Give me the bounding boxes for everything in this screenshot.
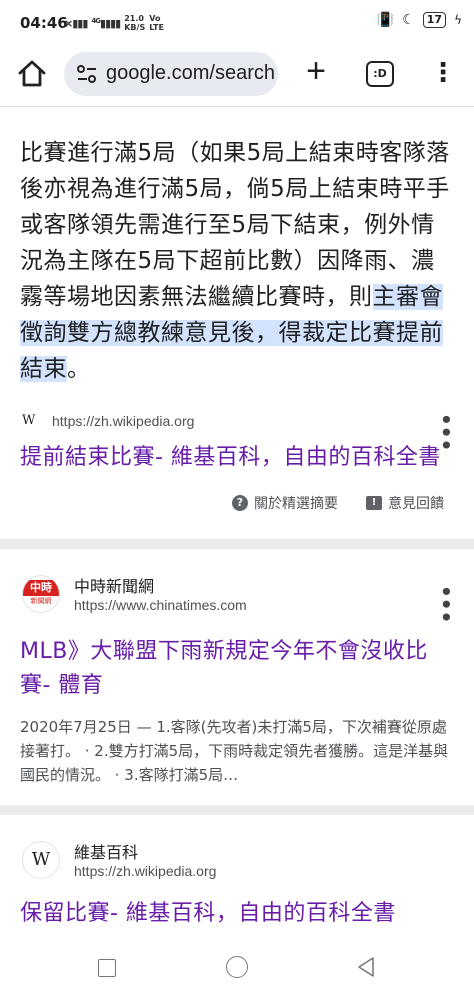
- signal-4g-icon: 4G▮▮▮▮: [91, 16, 121, 30]
- more-options-icon[interactable]: •••: [434, 413, 458, 451]
- tab-switcher-button[interactable]: :D: [366, 61, 394, 87]
- new-tab-button[interactable]: +: [298, 54, 334, 90]
- snippet-text-after: 。: [67, 356, 91, 382]
- section-divider: [0, 805, 474, 815]
- result-source[interactable]: 中時 新聞網 中時新聞網 https://www.chinatimes.com …: [0, 571, 474, 631]
- do-not-disturb-moon-icon: ☾: [402, 12, 415, 28]
- search-result: 中時 新聞網 中時新聞網 https://www.chinatimes.com …: [0, 571, 474, 787]
- logo-text-top: 中時: [23, 580, 59, 596]
- status-icons: 📳 ☾ 17 ϟ: [377, 12, 462, 28]
- browser-toolbar: google.com/search + :D ⋮: [0, 44, 474, 107]
- chinatimes-logo-icon: 中時 新聞網: [22, 575, 60, 613]
- overflow-menu-button[interactable]: ⋮: [430, 56, 456, 92]
- section-divider: [0, 539, 474, 549]
- charging-icon: ϟ: [454, 13, 462, 27]
- featured-snippet-title[interactable]: 提前結束比賽- 維基百科，自由的百科全書: [0, 441, 474, 475]
- logo-text-bottom: 新聞網: [30, 597, 52, 605]
- network-indicators: ×▮▮▮ 4G▮▮▮▮ 21.0 KB/S Vo LTE: [64, 14, 171, 32]
- network-speed-unit: KB/S: [124, 23, 146, 32]
- overflow-menu-icon: ⋮: [430, 58, 456, 88]
- result-description: 2020年7月25日 — 1.客隊(先攻者)未打滿5局，下次補賽從原處接著打。 …: [20, 718, 449, 784]
- search-result: W 維基百科 https://zh.wikipedia.org 保留比賽- 維基…: [0, 837, 474, 931]
- url-text[interactable]: google.com/search: [106, 62, 275, 85]
- site-url[interactable]: https://zh.wikipedia.org: [74, 863, 216, 879]
- system-navigation-bar: [0, 940, 474, 1000]
- site-name: 中時新聞網: [74, 577, 155, 596]
- home-icon: [18, 60, 46, 87]
- about-featured-snippets-button[interactable]: ? 關於精選摘要: [232, 493, 338, 513]
- vibrate-icon: 📳: [376, 12, 395, 28]
- battery-icon: 17: [422, 12, 447, 28]
- network-speed: 21.0 KB/S: [124, 14, 145, 32]
- result-title[interactable]: 保留比賽- 維基百科，自由的百科全書: [0, 897, 474, 931]
- feedback-label: 意見回饋: [388, 496, 444, 512]
- source-url[interactable]: https://zh.wikipedia.org: [52, 413, 194, 429]
- search-results: 比賽進行滿5局（如果5局上結束時客隊落後亦視為進行滿5局，倘5局上結束時平手或客…: [0, 107, 474, 931]
- about-label: 關於精選摘要: [254, 496, 338, 512]
- signal-icon: ×▮▮▮: [64, 16, 88, 30]
- wikipedia-favicon-icon: W: [22, 413, 36, 428]
- recent-apps-button[interactable]: [98, 959, 116, 977]
- snippet-feedback-row: ? 關於精選摘要 ! 意見回饋: [0, 493, 474, 523]
- back-button[interactable]: [356, 956, 376, 978]
- home-nav-button[interactable]: [226, 956, 248, 978]
- more-options-icon[interactable]: •••: [434, 585, 458, 623]
- network-type: Vo LTE: [149, 14, 164, 32]
- result-source[interactable]: W 維基百科 https://zh.wikipedia.org: [0, 837, 474, 897]
- result-title[interactable]: MLB》大聯盟下雨新規定今年不會沒收比賽- 體育: [0, 635, 474, 703]
- site-name: 維基百科: [74, 843, 139, 862]
- clock: 04:46: [20, 14, 68, 32]
- home-button[interactable]: [14, 56, 50, 92]
- feedback-button[interactable]: ! 意見回饋: [366, 493, 444, 513]
- feedback-icon: !: [366, 496, 382, 510]
- logo-text: W: [31, 849, 51, 870]
- help-icon: ?: [232, 495, 248, 511]
- status-bar: 04:46 ×▮▮▮ 4G▮▮▮▮ 21.0 KB/S Vo LTE 📳 ☾ 1…: [0, 0, 474, 44]
- site-url[interactable]: https://www.chinatimes.com: [74, 597, 247, 613]
- featured-snippet-text: 比賽進行滿5局（如果5局上結束時客隊落後亦視為進行滿5局，倘5局上結束時平手或客…: [0, 107, 474, 387]
- plus-icon: +: [306, 52, 326, 90]
- wikipedia-logo-icon: W: [22, 841, 60, 879]
- battery-level: 17: [426, 13, 443, 26]
- tune-icon[interactable]: [76, 64, 98, 84]
- address-bar[interactable]: google.com/search: [64, 52, 278, 96]
- network-speed-value: 21.0: [124, 14, 144, 23]
- featured-snippet-source[interactable]: W https://zh.wikipedia.org •••: [0, 411, 474, 451]
- tab-switcher-icon: :D: [373, 67, 387, 80]
